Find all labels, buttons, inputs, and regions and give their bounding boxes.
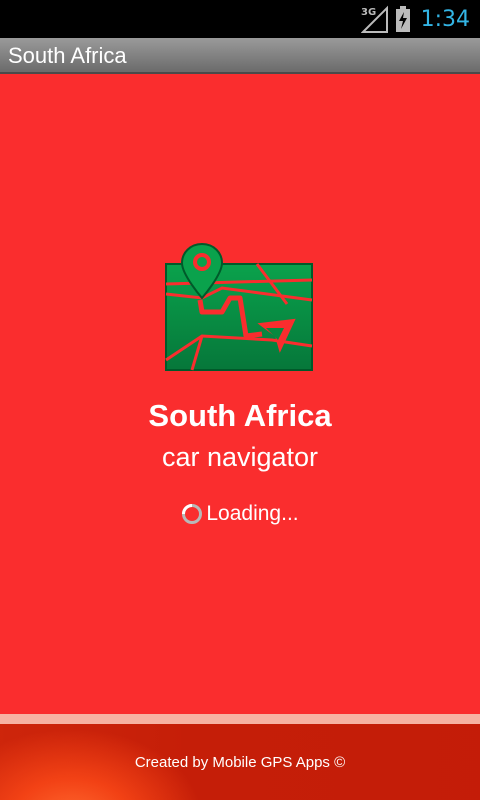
battery-charging-icon <box>395 6 410 32</box>
footer-banner[interactable]: Created by Mobile GPS Apps © <box>0 724 480 800</box>
splash-screen: South Africa car navigator Loading... <box>0 74 480 714</box>
clock: 1:34 <box>420 6 470 32</box>
status-bar: 3G 1:34 <box>0 0 480 38</box>
app-title: South Africa <box>148 398 332 433</box>
status-icons: 3G 1:34 <box>360 0 470 38</box>
spinner-icon <box>182 504 203 524</box>
footer-divider <box>0 714 480 724</box>
loading-label: Loading... <box>206 502 299 525</box>
network-label: 3G <box>361 7 376 18</box>
app-subtitle: car navigator <box>161 442 319 472</box>
loading-indicator: Loading... <box>0 502 480 526</box>
map-navigation-icon <box>165 242 313 371</box>
window-title: South Africa <box>8 43 127 68</box>
action-bar: South Africa <box>0 38 480 74</box>
credit-text: Created by Mobile GPS Apps © <box>134 754 346 771</box>
signal-3g-icon: 3G <box>360 5 388 33</box>
